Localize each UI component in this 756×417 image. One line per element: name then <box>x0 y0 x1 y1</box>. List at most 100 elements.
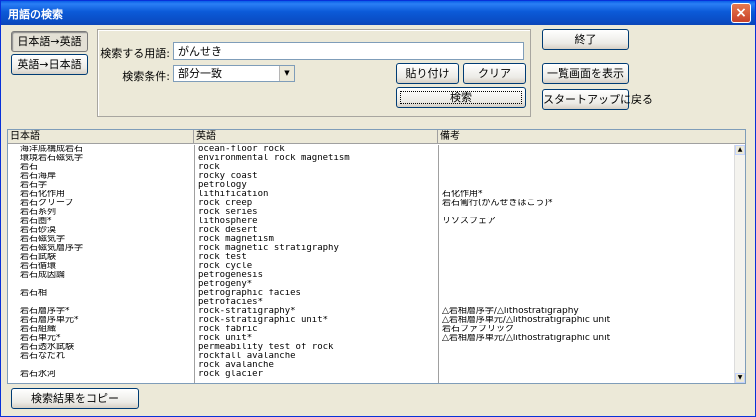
table-row[interactable]: 岩石循環 rock cycle <box>8 262 735 271</box>
cell-japanese: 岩石循環 <box>20 262 57 271</box>
cell-japanese: 岩石学 <box>20 181 48 190</box>
table-row[interactable]: 岩石学 petrology <box>8 181 735 190</box>
copy-results-button[interactable]: 検索結果をコピー <box>11 388 139 409</box>
ja-to-en-button[interactable]: 日本語→英語 <box>11 31 88 52</box>
cell-japanese: 岩石相 <box>20 289 48 298</box>
cell-english: rock glacier <box>198 370 264 379</box>
exit-button[interactable]: 終了 <box>542 29 629 50</box>
cell-japanese: 岩石透水試験 <box>20 343 75 352</box>
cell-japanese: 岩石圏* <box>20 217 52 226</box>
table-row[interactable]: 岩石氷河 rock glacier <box>8 370 735 379</box>
cell-english: rocky coast <box>198 172 258 181</box>
cell-english: rock creep <box>198 199 253 208</box>
table-row[interactable]: 岩石海岸 rocky coast <box>8 172 735 181</box>
cell-japanese: 岩石層序学* <box>20 307 70 316</box>
cell-english: rock-stratigraphic unit* <box>198 316 329 325</box>
cell-japanese: 岩石なだれ <box>20 352 66 361</box>
table-row[interactable]: 海洋底構成岩石 ocean-floor rock <box>8 145 735 154</box>
list-view-button[interactable]: 一覧画面を表示 <box>542 63 629 84</box>
close-button[interactable]: × <box>731 3 751 23</box>
table-row[interactable]: 岩石成因論 petrogenesis <box>8 271 735 280</box>
header-japanese[interactable]: 日本語 <box>8 130 194 144</box>
term-input[interactable]: がんせき <box>173 42 524 60</box>
cell-notes: 岩石ファブリック <box>442 325 515 334</box>
condition-select[interactable]: 部分一致 ▼ <box>173 65 295 82</box>
clear-button[interactable]: クリア <box>463 63 526 84</box>
table-row[interactable]: petrogeny* <box>8 280 735 289</box>
condition-label: 検索条件: <box>122 70 170 83</box>
table-row[interactable]: petrofacies* <box>8 298 735 307</box>
results-grid[interactable]: 日本語 英語 備考 海洋底構成岩石 ocean-floor rock 環境岩石磁気学… <box>7 129 746 384</box>
cell-english: rock avalanche <box>198 361 274 370</box>
table-row[interactable]: 岩石相 petrographic facies <box>8 289 735 298</box>
cell-english: rockfall avalanche <box>198 352 296 361</box>
table-row[interactable]: 岩石 rock <box>8 163 735 172</box>
cell-english: petrogenesis <box>198 271 264 280</box>
table-row[interactable]: 岩石磁気学 rock magnetism <box>8 235 735 244</box>
cell-japanese: 岩石砂漠 <box>20 226 57 235</box>
cell-japanese: 岩石磁気層序学 <box>20 244 84 253</box>
cell-japanese: 岩石海岸 <box>20 172 57 181</box>
term-label: 検索する用語: <box>100 47 170 60</box>
cell-english: lithification <box>198 190 269 199</box>
cell-japanese: 岩石試験 <box>20 253 57 262</box>
paste-button[interactable]: 貼り付け <box>396 63 459 84</box>
cell-english: rock cycle <box>198 262 253 271</box>
cell-japanese: 岩石 <box>20 163 39 172</box>
cell-notes: △岩相層序単元/△lithostratigraphic unit <box>442 334 611 343</box>
search-button[interactable]: 検索 <box>396 87 526 108</box>
table-row[interactable]: 岩石単元* rock unit* △岩相層序単元/△lithostratigraph… <box>8 334 735 343</box>
cell-english: rock series <box>198 208 258 217</box>
grid-header: 日本語 英語 備考 <box>8 130 745 144</box>
table-row[interactable]: 岩石透水試験 permeability test of rock <box>8 343 735 352</box>
cell-notes: △岩相層序単元/△lithostratigraphic unit <box>442 316 611 325</box>
table-row[interactable]: 岩石なだれ rockfall avalanche <box>8 352 735 361</box>
table-row[interactable]: 岩石圏* lithosphere リソスフェア <box>8 217 735 226</box>
grid-rows[interactable]: 海洋底構成岩石 ocean-floor rock 環境岩石磁気学 environmen… <box>8 145 735 383</box>
cell-english: rock <box>198 163 220 172</box>
cell-notes: リソスフェア <box>442 217 497 226</box>
cell-japanese: 海洋底構成岩石 <box>20 145 84 154</box>
table-row[interactable]: 岩石磁気層序学 rock magnetic stratigraphy <box>8 244 735 253</box>
condition-value: 部分一致 <box>178 67 222 80</box>
window-title: 用語の検索 <box>8 8 63 21</box>
chevron-down-icon[interactable]: ▼ <box>279 66 294 81</box>
cell-japanese: 岩石組織 <box>20 325 57 334</box>
table-row[interactable]: 環境岩石磁気学 environmental rock magnetism <box>8 154 735 163</box>
vertical-scrollbar[interactable]: ▲ ▼ <box>734 145 745 383</box>
search-window: 用語の検索 × 日本語→英語 英語→日本語 検索する用語: がんせき 検索条件:… <box>0 0 756 417</box>
table-row[interactable]: 岩石組織 rock fabric 岩石ファブリック <box>8 325 735 334</box>
scroll-up-icon[interactable]: ▲ <box>735 145 745 155</box>
cell-english: ocean-floor rock <box>198 145 285 154</box>
table-row[interactable]: 岩石層序単元* rock-stratigraphic unit* △岩相層序単元/△… <box>8 316 735 325</box>
startup-button[interactable]: スタートアップに戻る <box>542 89 653 110</box>
en-to-ja-button[interactable]: 英語→日本語 <box>11 54 88 75</box>
scroll-down-icon[interactable]: ▼ <box>735 373 745 383</box>
search-panel: 検索する用語: がんせき 検索条件: 部分一致 ▼ 貼り付け クリア 検索 <box>97 29 531 117</box>
cell-english: lithosphere <box>198 217 258 226</box>
title-bar[interactable]: 用語の検索 × <box>1 1 755 25</box>
cell-english: rock unit* <box>198 334 253 343</box>
cell-english: petrographic facies <box>198 289 301 298</box>
table-row[interactable]: 岩石クリープ rock creep 岩石匍行(がんせきほこう)* <box>8 199 735 208</box>
table-row[interactable]: 岩石砂漠 rock desert <box>8 226 735 235</box>
table-row[interactable]: rock avalanche <box>8 361 735 370</box>
cell-english: rock test <box>198 253 247 262</box>
cell-english: rock desert <box>198 226 258 235</box>
cell-notes: 石化作用* <box>442 190 483 199</box>
cell-japanese: 岩石氷河 <box>20 370 57 379</box>
cell-notes: △岩相層序学/△lithostratigraphy <box>442 307 579 316</box>
table-row[interactable]: 岩石層序学* rock-stratigraphy* △岩相層序学/△lithostr… <box>8 307 735 316</box>
table-row[interactable]: 岩石化作用 lithification 石化作用* <box>8 190 735 199</box>
cell-english: permeability test of rock <box>198 343 334 352</box>
header-notes[interactable]: 備考 <box>438 130 745 144</box>
table-row[interactable]: 岩石系列 rock series <box>8 208 735 217</box>
cell-japanese: 岩石系列 <box>20 208 57 217</box>
header-english[interactable]: 英語 <box>194 130 438 144</box>
cell-english: petrofacies* <box>198 298 264 307</box>
cell-japanese: 岩石磁気学 <box>20 235 66 244</box>
cell-english: rock magnetism <box>198 235 274 244</box>
cell-japanese: 岩石層序単元* <box>20 316 79 325</box>
table-row[interactable]: 岩石試験 rock test <box>8 253 735 262</box>
cell-japanese: 岩石成因論 <box>20 271 66 280</box>
